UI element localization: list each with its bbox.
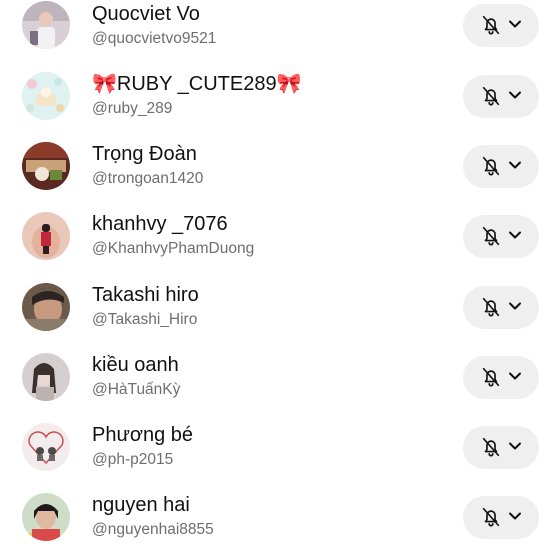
account-name: Trọng Đoàn — [92, 143, 197, 165]
account-name: Quocviet Vo — [92, 3, 200, 25]
chevron-down-icon — [509, 372, 521, 380]
notification-settings-button[interactable] — [463, 496, 539, 539]
account-row[interactable]: nguyen hai @nguyenhai8855 — [0, 492, 560, 560]
bell-off-icon — [482, 297, 500, 317]
account-name: 🎀RUBY _CUTE289🎀 — [92, 73, 302, 95]
chevron-down-icon — [509, 161, 521, 169]
avatar[interactable] — [22, 283, 70, 331]
chevron-down-icon — [509, 91, 521, 99]
account-row[interactable]: Takashi hiro @Takashi_Hiro — [0, 282, 560, 352]
account-row[interactable]: Quocviet Vo @quocvietvo9521 — [0, 1, 560, 71]
notification-settings-button[interactable] — [463, 145, 539, 188]
bell-off-icon — [482, 226, 500, 246]
chevron-down-icon — [509, 20, 521, 28]
account-handle: @ph-p2015 — [92, 451, 174, 468]
account-row[interactable]: Phương bé @ph-p2015 — [0, 422, 560, 492]
avatar[interactable] — [22, 423, 70, 471]
account-handle: @HàTuấnKỳ — [92, 381, 181, 398]
chevron-down-icon — [509, 442, 521, 450]
chevron-down-icon — [509, 231, 521, 239]
bell-off-icon — [482, 86, 500, 106]
bell-off-icon — [482, 437, 500, 457]
notification-settings-button[interactable] — [463, 75, 539, 118]
notification-settings-button[interactable] — [463, 215, 539, 258]
account-row[interactable]: kiều oanh @HàTuấnKỳ — [0, 352, 560, 422]
chevron-down-icon — [509, 302, 521, 310]
notification-settings-button[interactable] — [463, 4, 539, 47]
account-name: Takashi hiro — [92, 284, 199, 306]
avatar[interactable] — [22, 1, 70, 49]
avatar[interactable] — [22, 353, 70, 401]
account-handle: @Takashi_Hiro — [92, 311, 198, 328]
bell-off-icon — [482, 156, 500, 176]
account-name: kiều oanh — [92, 354, 179, 376]
following-list: Quocviet Vo @quocvietvo9521 🎀RUBY _CUTE2… — [0, 0, 560, 560]
bell-off-icon — [482, 507, 500, 527]
account-name: Phương bé — [92, 424, 194, 446]
account-name: khanhvy _7076 — [92, 213, 228, 235]
account-handle: @KhanhvyPhamDuong — [92, 240, 255, 257]
account-row[interactable]: Trọng Đoàn @trongoan1420 — [0, 141, 560, 211]
account-row[interactable]: khanhvy _7076 @KhanhvyPhamDuong — [0, 211, 560, 281]
notification-settings-button[interactable] — [463, 356, 539, 399]
bell-off-icon — [482, 15, 500, 35]
avatar[interactable] — [22, 142, 70, 190]
account-handle: @ruby_289 — [92, 100, 173, 117]
account-handle: @quocvietvo9521 — [92, 30, 217, 47]
notification-settings-button[interactable] — [463, 426, 539, 469]
bell-off-icon — [482, 367, 500, 387]
notification-settings-button[interactable] — [463, 286, 539, 329]
chevron-down-icon — [509, 512, 521, 520]
account-row[interactable]: 🎀RUBY _CUTE289🎀 @ruby_289 — [0, 71, 560, 141]
avatar[interactable] — [22, 212, 70, 260]
account-name: nguyen hai — [92, 494, 190, 516]
avatar[interactable] — [22, 72, 70, 120]
account-handle: @nguyenhai8855 — [92, 521, 214, 538]
account-handle: @trongoan1420 — [92, 170, 204, 187]
avatar[interactable] — [22, 493, 70, 541]
